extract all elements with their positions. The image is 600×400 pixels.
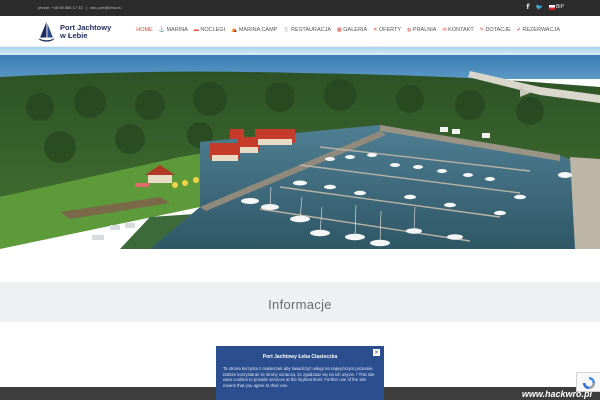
bip-label: BIP: [555, 4, 564, 10]
site-header: Port Jachtowy w Łebie HOME ⚓ MARINA ▬ NO…: [0, 16, 600, 47]
contact-separator: |: [85, 5, 87, 10]
nav-rezerwacja[interactable]: ✔ REZERWACJA: [517, 27, 560, 33]
close-icon[interactable]: ×: [373, 349, 380, 356]
nav-label: REZERWACJA: [522, 27, 560, 33]
nav-label: MARINA CAMP: [238, 27, 278, 33]
nav-label: PRALNIA: [412, 27, 437, 33]
nav-marina-camp[interactable]: ⛺ MARINA CAMP: [231, 27, 277, 33]
check-icon: ✔: [516, 27, 521, 33]
cookie-title: Port Jachtowy Łeba Ciasteczka: [262, 354, 338, 360]
nav-kontakt[interactable]: ✉ KONTAKT: [442, 27, 473, 33]
cookie-consent-popup: × Port Jachtowy Łeba Ciasteczka Ta stron…: [216, 346, 384, 400]
gallery-icon: ▦: [337, 27, 342, 33]
section-title: Informacje: [268, 297, 332, 312]
logo-title-line2: w Łebie: [60, 31, 88, 40]
recaptcha-badge[interactable]: [576, 372, 600, 392]
phone-text: phone: +48 59 866 17 33: [38, 5, 83, 10]
recaptcha-icon: [582, 376, 596, 390]
anchor-icon: ⚓: [158, 27, 165, 33]
marina-aerial-illustration: [0, 47, 600, 249]
nav-label: OFERTY: [378, 27, 402, 33]
bed-icon: ▬: [193, 27, 199, 33]
nav-label: MARINA: [166, 27, 188, 33]
nav-label: RESTAURACJA: [291, 27, 332, 33]
nav-label: DOTACJE: [485, 27, 511, 33]
nav-galeria[interactable]: ▦ GALERIA: [337, 27, 367, 33]
email-link[interactable]: info.port@leba.eu: [90, 5, 122, 10]
contact-info: phone: +48 59 866 17 33 | info.port@leba…: [38, 5, 122, 10]
nav-home[interactable]: HOME: [136, 27, 153, 33]
main-navigation: HOME ⚓ MARINA ▬ NOCLEGI ⛺ MARINA CAMP 🍴 …: [136, 27, 560, 33]
nav-label: HOME: [136, 27, 153, 33]
top-info-bar: phone: +48 59 866 17 33 | info.port@leba…: [0, 0, 600, 16]
sailboat-logo-icon: [38, 21, 55, 42]
site-logo[interactable]: Port Jachtowy w Łebie: [37, 21, 111, 43]
envelope-icon: ✉: [442, 27, 447, 33]
nav-marina[interactable]: ⚓ MARINA: [159, 27, 188, 33]
offers-icon: ✕: [373, 27, 378, 33]
nav-label: GALERIA: [343, 27, 368, 33]
nav-pralnia[interactable]: ◍ PRALNIA: [407, 27, 436, 33]
bip-link[interactable]: BIP: [548, 4, 564, 10]
nav-label: KONTAKT: [448, 27, 474, 33]
cutlery-icon: 🍴: [283, 27, 290, 33]
hero-aerial-image: [0, 47, 600, 249]
pencil-icon: ✎: [479, 27, 484, 33]
nav-noclegi[interactable]: ▬ NOCLEGI: [194, 27, 225, 33]
twitter-icon[interactable]: 🐦: [535, 4, 542, 11]
laundry-icon: ◍: [407, 27, 412, 33]
tent-icon: ⛺: [231, 27, 238, 33]
nav-oferty[interactable]: ✕ OFERTY: [373, 27, 401, 33]
facebook-icon[interactable]: f: [526, 3, 529, 11]
cookie-body: Ta strona korzysta z ciasteczek aby świa…: [223, 366, 375, 388]
social-links: f 🐦 BIP: [526, 3, 564, 11]
nav-label: NOCLEGI: [200, 27, 226, 33]
nav-dotacje[interactable]: ✎ DOTACJE: [480, 27, 511, 33]
poland-flag-icon: [548, 4, 555, 10]
nav-restauracja[interactable]: 🍴 RESTAURACJA: [283, 27, 331, 33]
